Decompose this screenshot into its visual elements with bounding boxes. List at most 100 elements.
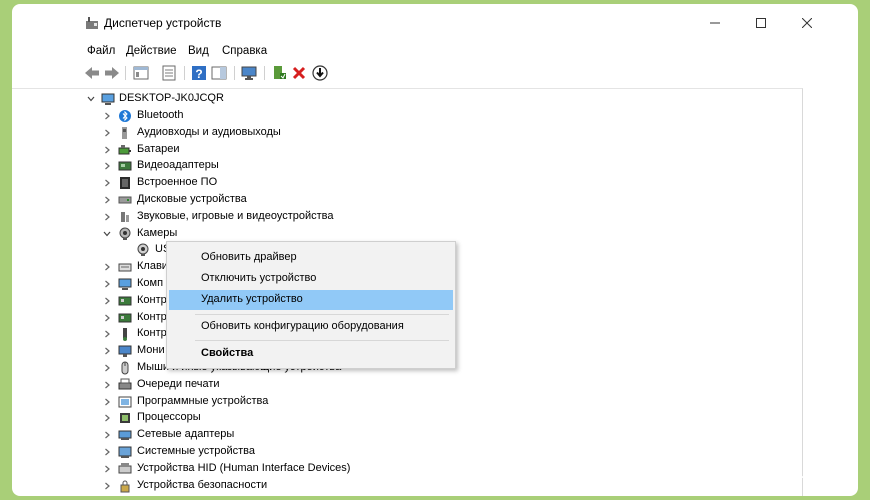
forward-button[interactable] (103, 64, 121, 82)
hid-icon (118, 462, 132, 476)
chevron-right-icon[interactable] (102, 313, 112, 323)
menu-action[interactable]: Действие (126, 45, 177, 57)
tree-root[interactable]: DESKTOP-JK0JCQR (12, 91, 792, 108)
chevron-right-icon[interactable] (102, 481, 112, 491)
properties-menu-item[interactable]: Свойства (169, 344, 453, 364)
action-pane-icon (211, 66, 227, 80)
toolbar-separator (264, 66, 265, 80)
category-item[interactable]: Сетевые адаптеры (12, 427, 792, 444)
menu-separator (195, 314, 449, 315)
chevron-right-icon[interactable] (102, 195, 112, 205)
chevron-right-icon[interactable] (102, 178, 112, 188)
category-item[interactable]: Bluetooth (12, 108, 792, 125)
chevron-right-icon[interactable] (102, 380, 112, 390)
chevron-right-icon[interactable] (102, 212, 112, 222)
chevron-right-icon[interactable] (102, 262, 112, 272)
category-item[interactable]: Видеоадаптеры (12, 158, 792, 175)
keyboard-icon (118, 260, 132, 274)
properties-toolbar-button[interactable] (160, 64, 178, 82)
tree-item-label: Батареи (137, 142, 180, 155)
category-item[interactable]: Батареи (12, 142, 792, 159)
category-item[interactable]: Программные устройства (12, 394, 792, 411)
update-driver-toolbar-button[interactable] (270, 64, 288, 82)
chevron-right-icon[interactable] (102, 296, 112, 306)
printer-icon (118, 378, 132, 392)
tree-item-label: Устройства HID (Human Interface Devices) (137, 461, 351, 474)
properties-icon (162, 65, 176, 81)
chevron-right-icon[interactable] (102, 145, 112, 155)
audio-io-icon (118, 126, 132, 140)
close-button[interactable] (784, 10, 830, 36)
security-device-icon (118, 479, 132, 493)
tree-item-label: Дисковые устройства (137, 193, 247, 205)
category-item[interactable]: Аудиовходы и аудиовыходы (12, 125, 792, 142)
disable-device-menu-item[interactable]: Отключить устройство (169, 269, 453, 289)
disable-toolbar-button[interactable] (311, 64, 329, 82)
menu-file[interactable]: Файл (87, 45, 115, 57)
category-item[interactable]: Встроенное ПО (12, 175, 792, 192)
chevron-right-icon[interactable] (102, 464, 112, 474)
mouse-icon (118, 361, 132, 375)
category-item[interactable]: Дисковые устройства (12, 192, 792, 209)
download-circle-icon (312, 65, 328, 81)
firmware-icon (118, 176, 132, 190)
back-arrow-icon (85, 67, 99, 79)
context-menu: Обновить драйвер Отключить устройство Уд… (166, 241, 456, 369)
update-driver-menu-item[interactable]: Обновить драйвер (169, 248, 453, 268)
watermark-text: vsenotebooki.ru (592, 452, 860, 485)
tree-item-label: Мони (137, 344, 165, 357)
bluetooth-icon (118, 109, 132, 123)
usb-controller-icon (118, 327, 132, 342)
scan-hardware-menu-item[interactable]: Обновить конфигурацию оборудования (169, 317, 453, 337)
show-hide-console-tree-button[interactable] (132, 64, 150, 82)
maximize-button[interactable] (738, 10, 784, 36)
monitor-scan-icon (241, 66, 257, 80)
action-pane-button[interactable] (210, 64, 228, 82)
tree-item-label: Системные устройства (137, 445, 256, 457)
tree-item-label: Видеоадаптеры (137, 159, 219, 172)
close-icon (802, 18, 812, 28)
category-item[interactable]: Процессоры (12, 410, 792, 427)
category-item[interactable]: Звуковые, игровые и видеоустройства (12, 209, 792, 226)
chevron-right-icon[interactable] (102, 128, 112, 138)
chevron-right-icon[interactable] (102, 413, 112, 423)
uninstall-device-label: Удалить устройство (201, 293, 303, 305)
back-button[interactable] (83, 64, 101, 82)
minimize-button[interactable] (692, 10, 738, 36)
chevron-right-icon[interactable] (102, 447, 112, 457)
chevron-right-icon[interactable] (102, 279, 112, 289)
processor-icon (118, 411, 132, 425)
device-manager-app-icon (85, 16, 99, 30)
red-x-icon (292, 66, 306, 80)
device-manager-window: Диспетчер устройств Файл Действие Вид Сп… (12, 4, 858, 496)
uninstall-toolbar-button[interactable] (290, 64, 308, 82)
tree-item-label: Процессоры (137, 411, 201, 424)
toolbar-separator (184, 66, 185, 80)
tree-item-label: Контр (137, 310, 167, 323)
help-toolbar-button[interactable]: ? (190, 64, 208, 82)
minimize-icon (710, 22, 720, 24)
chevron-right-icon[interactable] (102, 111, 112, 121)
battery-icon (118, 143, 132, 157)
chevron-right-icon[interactable] (102, 161, 112, 171)
menu-help[interactable]: Справка (222, 45, 267, 57)
chevron-right-icon[interactable] (102, 329, 112, 339)
chevron-down-icon[interactable] (86, 94, 96, 104)
chevron-right-icon[interactable] (102, 346, 112, 356)
category-item[interactable]: Очереди печати (12, 377, 792, 394)
disk-drive-icon (118, 193, 132, 207)
display-adapter-icon (118, 159, 132, 173)
console-tree-icon (133, 66, 149, 80)
scan-hardware-button[interactable] (240, 64, 258, 82)
menu-separator (195, 340, 449, 341)
uninstall-device-menu-item[interactable]: Удалить устройство (169, 290, 453, 310)
properties-label: Свойства (201, 347, 254, 359)
controller-icon (118, 311, 132, 325)
menu-view[interactable]: Вид (188, 45, 209, 57)
sound-icon (118, 210, 132, 224)
chevron-down-icon[interactable] (102, 229, 112, 239)
chevron-right-icon[interactable] (102, 397, 112, 407)
chevron-right-icon[interactable] (102, 430, 112, 440)
maximize-icon (756, 18, 766, 28)
chevron-right-icon[interactable] (102, 363, 112, 373)
